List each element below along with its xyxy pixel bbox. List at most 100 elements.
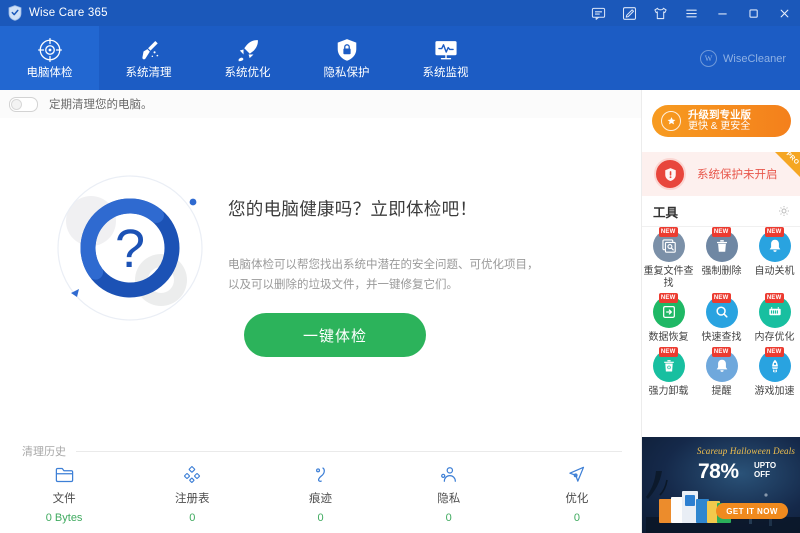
tool-memory-optimize[interactable]: NEW 内存优化	[748, 293, 800, 344]
tool-force-delete[interactable]: NEW 强制删除	[695, 227, 748, 290]
nav-item-monitor[interactable]: 系统监视	[396, 26, 495, 90]
history-item-label: 隐私	[437, 493, 461, 505]
feedback-icon[interactable]	[583, 0, 614, 26]
clean-history-header: 清理历史	[22, 443, 622, 459]
upgrade-line-1: 升级到专业版	[688, 109, 751, 121]
shield-alert-icon	[654, 158, 686, 190]
tool-label: 内存优化	[754, 332, 795, 343]
nav-label: 电脑体检	[26, 66, 73, 79]
history-item-privacy[interactable]: 隐私 0	[385, 464, 513, 524]
brand-wisecleaner: W WiseCleaner	[700, 50, 786, 67]
tool-data-recovery[interactable]: NEW 数据恢复	[642, 293, 695, 344]
new-badge: NEW	[711, 293, 731, 303]
maximize-icon[interactable]	[738, 0, 769, 26]
nav-item-cleaner[interactable]: 系统清理	[99, 26, 198, 90]
history-item-value: 0	[573, 512, 580, 524]
skin-shirt-icon[interactable]	[645, 0, 676, 26]
nav-label: 系统清理	[125, 66, 172, 79]
hero-text-block: 您的电脑健康吗？立即体检吧！ 电脑体检可以帮您找出系统中潜在的安全问题、可优化项…	[228, 196, 558, 295]
new-badge: NEW	[658, 227, 678, 237]
gear-icon[interactable]	[778, 205, 790, 217]
duplicate-file-icon: NEW	[652, 227, 685, 262]
tool-label: 游戏加速	[754, 386, 795, 397]
tool-label: 重复文件查找	[643, 266, 694, 289]
tool-reminder[interactable]: NEW 提醒	[695, 347, 748, 398]
minimize-icon[interactable]	[707, 0, 738, 26]
memory-optimize-icon: NEW	[758, 293, 791, 328]
ad-cta-button[interactable]: GET IT NOW	[716, 503, 788, 519]
force-delete-trash-icon: NEW	[705, 227, 738, 262]
clean-history-title: 清理历史	[22, 446, 66, 458]
tools-header: 工具	[642, 196, 800, 227]
tools-grid: NEW 重复文件查找 NEW 强制删除 NEW 自动关机 NEW 数据恢复 NE…	[642, 227, 800, 404]
upgrade-text: 升级到专业版 更快 & 更安全	[688, 109, 751, 133]
tool-auto-shutdown[interactable]: NEW 自动关机	[748, 227, 800, 290]
history-item-label: 注册表	[175, 493, 210, 505]
data-recovery-icon: NEW	[652, 293, 685, 328]
history-item-value: 0 Bytes	[45, 512, 83, 524]
page-title: 您的电脑健康吗？立即体检吧！	[228, 199, 478, 219]
upgrade-button[interactable]: 升级到专业版 更快 & 更安全	[652, 105, 791, 137]
footprint-icon	[311, 464, 330, 484]
tool-label: 快速查找	[701, 332, 742, 343]
clean-history-items: 文件 0 Bytes 注册表 0 痕迹 0 隐私 0 优化 0	[0, 464, 641, 524]
ad-off-text: OFF	[754, 470, 770, 479]
upgrade-line-2: 更快 & 更安全	[688, 121, 751, 132]
tool-label: 数据恢复	[648, 332, 689, 343]
new-badge: NEW	[764, 293, 784, 303]
nav-label: 系统监视	[422, 66, 469, 79]
nav-label: 系统优化	[224, 66, 271, 79]
close-icon[interactable]	[769, 0, 800, 26]
ad-upto-text: UPTO	[754, 461, 777, 470]
tools-title: 工具	[653, 205, 679, 220]
nav-item-optimizer[interactable]: 系统优化	[198, 26, 297, 90]
brand-name: WiseCleaner	[723, 52, 786, 65]
history-item-registry[interactable]: 注册表 0	[128, 464, 256, 524]
optimize-icon	[567, 464, 586, 484]
tool-game-boost[interactable]: NEW 游戏加速	[748, 347, 800, 398]
svg-text:?: ?	[115, 219, 145, 279]
nav-item-privacy[interactable]: 隐私保护	[297, 26, 396, 90]
auto-clean-label: 定期清理您的电脑。	[49, 99, 153, 111]
tool-force-uninstall[interactable]: NEW 强力卸载	[642, 347, 695, 398]
ad-discount: 78%	[698, 460, 739, 483]
registry-icon	[183, 464, 202, 484]
auto-clean-bar: 定期清理您的电脑。	[0, 90, 641, 119]
tool-quick-search[interactable]: NEW 快速查找	[695, 293, 748, 344]
history-item-label: 痕迹	[309, 493, 332, 505]
history-item-value: 0	[189, 512, 196, 524]
new-badge: NEW	[764, 227, 784, 237]
checkup-target-icon	[37, 37, 63, 63]
tool-label: 强力卸载	[648, 386, 689, 397]
edit-icon[interactable]	[614, 0, 645, 26]
scan-button[interactable]: 一键体检	[244, 313, 426, 357]
broom-icon	[136, 37, 162, 63]
new-badge: NEW	[711, 227, 731, 237]
protection-status-banner[interactable]: 系统保护未开启 PRO	[642, 152, 800, 196]
new-badge: NEW	[658, 293, 678, 303]
app-logo-shield-icon	[8, 5, 22, 21]
tool-label: 强制删除	[701, 266, 742, 277]
tool-duplicate-file-finder[interactable]: NEW 重复文件查找	[642, 227, 695, 290]
history-item-files[interactable]: 文件 0 Bytes	[0, 464, 128, 524]
history-item-label: 文件	[52, 493, 76, 505]
new-badge: NEW	[711, 347, 731, 357]
history-item-optimize[interactable]: 优化 0	[513, 464, 641, 524]
main-panel: ? 您的电脑健康吗？立即体检吧！ 电脑体检可以帮您找出系统中潜在的安全问题、可优…	[0, 118, 641, 438]
quick-search-icon: NEW	[705, 293, 738, 328]
nav-item-checkup[interactable]: 电脑体检	[0, 26, 99, 90]
window-title: Wise Care 365	[29, 7, 108, 19]
ad-title: Scareup Halloween Deals	[696, 446, 796, 456]
page-description: 电脑体检可以帮您找出系统中潜在的安全问题、可优化项目，以及可以删除的垃圾文件，并…	[228, 259, 539, 291]
history-item-traces[interactable]: 痕迹 0	[256, 464, 384, 524]
wise-care-365-window: Wise Care 365 电脑体检 系统清理 系统优化 隐私保护 系统监视 W…	[0, 0, 800, 533]
new-badge: NEW	[764, 347, 784, 357]
menu-icon[interactable]	[676, 0, 707, 26]
auto-clean-toggle[interactable]	[9, 96, 38, 112]
tool-label: 自动关机	[754, 266, 795, 277]
reminder-bell-icon: NEW	[705, 347, 738, 382]
folder-icon	[55, 464, 74, 484]
shield-lock-icon	[334, 37, 360, 63]
brand-mark-icon: W	[700, 50, 718, 67]
promo-ad-banner[interactable]: Scareup Halloween Deals 78% UPTO OFF GET…	[642, 437, 800, 533]
